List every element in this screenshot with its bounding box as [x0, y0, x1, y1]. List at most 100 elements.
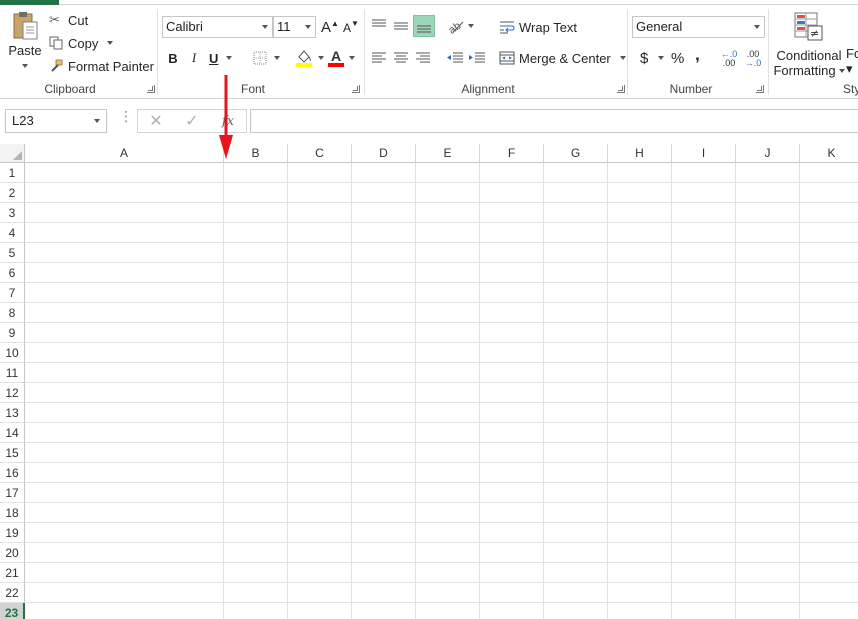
- grow-caret-icon: ▲: [331, 18, 339, 28]
- clipboard-dialog-launcher-icon[interactable]: [147, 85, 155, 93]
- conditional-formatting-icon: ≠: [794, 12, 823, 41]
- alignment-dialog-launcher-icon[interactable]: [617, 85, 625, 93]
- row-header-2[interactable]: 2: [0, 183, 25, 203]
- conditional-formatting-button[interactable]: ≠ Conditional Formatting: [773, 12, 845, 78]
- column-header-c[interactable]: C: [288, 144, 352, 163]
- column-header-k[interactable]: K: [800, 144, 858, 163]
- column-header-i[interactable]: I: [672, 144, 736, 163]
- comma-style-button[interactable]: ,: [695, 45, 700, 64]
- column-header-h[interactable]: H: [608, 144, 672, 163]
- copy-label: Copy: [68, 35, 99, 51]
- row-header-21[interactable]: 21: [0, 563, 25, 583]
- row-header-10[interactable]: 10: [0, 343, 25, 363]
- row-header-22[interactable]: 22: [0, 583, 25, 603]
- orientation-dropdown-icon[interactable]: [468, 24, 474, 28]
- font-color-button[interactable]: A: [328, 48, 355, 68]
- align-right-button[interactable]: [415, 50, 433, 66]
- align-left-button[interactable]: [371, 50, 389, 66]
- grow-font-icon: A: [321, 18, 332, 36]
- format-table-label-fragment: Fo: [846, 46, 858, 61]
- font-name-select[interactable]: Calibri: [162, 16, 273, 38]
- decrease-font-size-button[interactable]: A ▼: [343, 19, 359, 37]
- underline-dropdown-icon[interactable]: [226, 56, 233, 60]
- select-all-button[interactable]: [0, 144, 25, 163]
- column-header-g[interactable]: G: [544, 144, 608, 163]
- svg-text:ab: ab: [447, 20, 463, 34]
- borders-dropdown-icon[interactable]: [274, 56, 280, 60]
- row-header-12[interactable]: 12: [0, 383, 25, 403]
- merge-center-dropdown-icon[interactable]: [619, 56, 626, 60]
- row-header-15[interactable]: 15: [0, 443, 25, 463]
- row-header-19[interactable]: 19: [0, 523, 25, 543]
- column-header-f[interactable]: F: [480, 144, 544, 163]
- name-box[interactable]: L23: [5, 109, 107, 133]
- row-header-3[interactable]: 3: [0, 203, 25, 223]
- column-header-d[interactable]: D: [352, 144, 416, 163]
- bold-button[interactable]: B: [166, 49, 180, 67]
- row-header-4[interactable]: 4: [0, 223, 25, 243]
- wrap-text-button[interactable]: Wrap Text: [499, 18, 577, 36]
- format-as-table-button[interactable]: Fo ▾: [846, 12, 858, 78]
- row-header-6[interactable]: 6: [0, 263, 25, 283]
- row-header-9[interactable]: 9: [0, 323, 25, 343]
- align-left-icon: [372, 52, 386, 63]
- cancel-icon[interactable]: ✕: [138, 111, 174, 131]
- fill-color-button[interactable]: [295, 48, 324, 68]
- number-format-select[interactable]: General: [632, 16, 765, 38]
- row-header-11[interactable]: 11: [0, 363, 25, 383]
- borders-button[interactable]: [253, 50, 280, 66]
- paste-dropdown-icon[interactable]: [22, 64, 28, 68]
- fill-color-dropdown-icon[interactable]: [318, 56, 324, 60]
- cell-area[interactable]: [25, 163, 858, 619]
- format-painter-button[interactable]: Format Painter: [49, 57, 154, 75]
- merge-center-button[interactable]: Merge & Center: [499, 49, 626, 67]
- underline-button[interactable]: U: [209, 49, 233, 67]
- accounting-format-button[interactable]: $: [640, 49, 665, 67]
- accounting-dropdown-icon[interactable]: [658, 56, 665, 60]
- row-header-16[interactable]: 16: [0, 463, 25, 483]
- row-header-8[interactable]: 8: [0, 303, 25, 323]
- wrap-text-icon: [500, 21, 515, 34]
- row-header-5[interactable]: 5: [0, 243, 25, 263]
- middle-align-button[interactable]: [393, 16, 411, 36]
- column-header-a[interactable]: A: [25, 144, 224, 163]
- copy-button[interactable]: Copy: [49, 34, 114, 52]
- percent-style-button[interactable]: %: [671, 49, 684, 67]
- row-header-14[interactable]: 14: [0, 423, 25, 443]
- orientation-button[interactable]: ab: [447, 17, 474, 35]
- copy-dropdown-icon[interactable]: [107, 41, 114, 45]
- decrease-decimal-icon-bottom: →.0: [744, 58, 762, 68]
- formula-bar-resize-handle[interactable]: ⋮: [119, 109, 133, 123]
- name-box-dropdown-icon[interactable]: [94, 119, 100, 123]
- column-header-j[interactable]: J: [736, 144, 800, 163]
- paste-button[interactable]: Paste: [6, 10, 44, 78]
- group-separator: [627, 9, 628, 95]
- cut-button[interactable]: ✂ Cut: [49, 11, 88, 29]
- increase-decimal-icon-bottom: .00: [722, 58, 736, 68]
- decrease-indent-button[interactable]: [446, 50, 464, 66]
- italic-button[interactable]: I: [187, 49, 201, 67]
- name-box-value: L23: [12, 113, 34, 128]
- bottom-align-button[interactable]: [413, 15, 435, 37]
- row-header-17[interactable]: 17: [0, 483, 25, 503]
- row-header-18[interactable]: 18: [0, 503, 25, 523]
- increase-indent-button[interactable]: [468, 50, 486, 66]
- top-align-button[interactable]: [371, 16, 389, 36]
- decrease-decimal-button[interactable]: .00 →.0: [743, 50, 763, 68]
- row-header-23[interactable]: 23: [0, 603, 25, 619]
- row-header-20[interactable]: 20: [0, 543, 25, 563]
- font-size-select[interactable]: 11: [273, 16, 316, 38]
- number-dialog-launcher-icon[interactable]: [756, 85, 764, 93]
- row-header-1[interactable]: 1: [0, 163, 25, 183]
- increase-decimal-button[interactable]: ←.0 .00: [719, 50, 739, 68]
- font-dialog-launcher-icon[interactable]: [352, 85, 360, 93]
- row-header-13[interactable]: 13: [0, 403, 25, 423]
- paint-bucket-icon: [296, 50, 312, 67]
- formula-input[interactable]: [250, 109, 858, 133]
- row-header-7[interactable]: 7: [0, 283, 25, 303]
- font-color-dropdown-icon[interactable]: [349, 56, 355, 60]
- increase-font-size-button[interactable]: A ▲: [321, 17, 339, 37]
- column-header-e[interactable]: E: [416, 144, 480, 163]
- align-center-button[interactable]: [393, 50, 411, 66]
- enter-icon[interactable]: ✓: [174, 111, 210, 131]
